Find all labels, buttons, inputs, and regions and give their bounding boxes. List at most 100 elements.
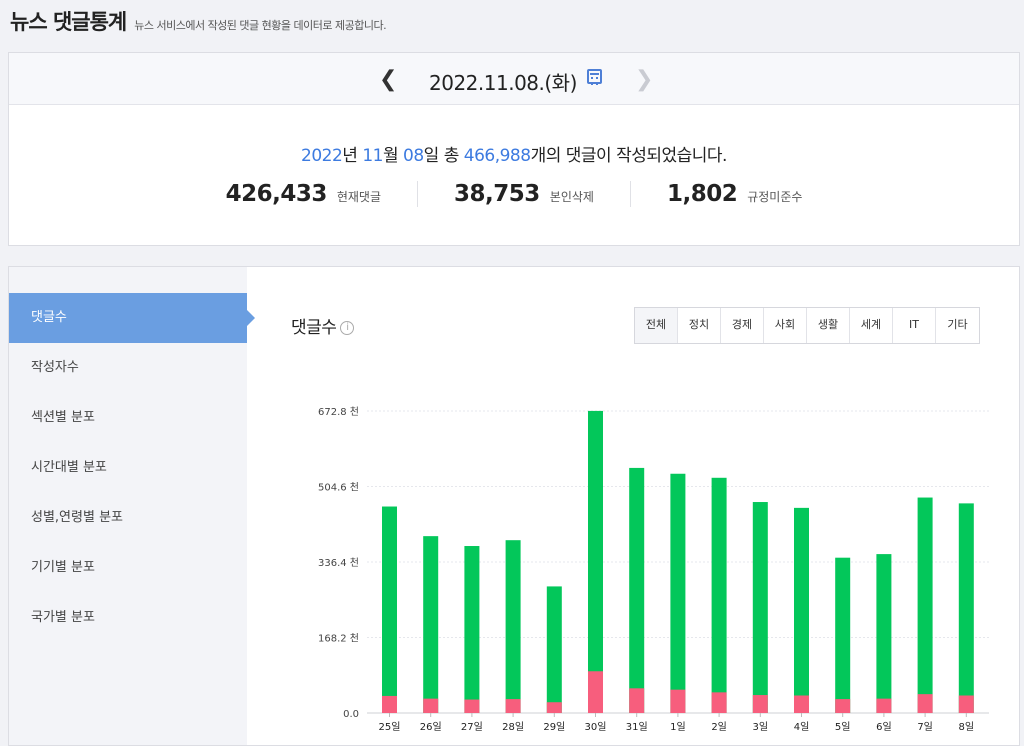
bar-segment-deleted [752, 695, 768, 713]
tab-politics[interactable]: 정치 [678, 308, 721, 343]
sidebar-item-country-distribution[interactable]: 국가별 분포 [9, 593, 247, 643]
summary-month-unit: 월 [382, 146, 399, 166]
summary-suffix: 개의 댓글이 작성되었습니다. [530, 146, 728, 166]
calendar-icon[interactable] [587, 69, 602, 85]
bar-segment-deleted [876, 698, 892, 713]
info-icon[interactable]: i [340, 321, 355, 335]
y-tick-label: 672.8 천 [318, 406, 359, 418]
bar-segment-total [670, 473, 686, 713]
bar-segment-deleted [711, 692, 727, 713]
stat-value: 1,802 [666, 181, 738, 207]
tab-society[interactable]: 사회 [764, 308, 807, 343]
bar-segment-deleted [629, 688, 645, 713]
x-tick-label: 4일 [794, 721, 810, 733]
y-tick-label: 504.6 천 [318, 482, 359, 494]
summary-day-unit: 일 [423, 146, 440, 166]
bar-segment-deleted [958, 695, 974, 713]
x-tick-label: 5일 [835, 721, 851, 733]
summary-total: 466,988 [463, 146, 531, 166]
tab-life[interactable]: 생활 [807, 308, 850, 343]
summary-month: 11 [362, 146, 383, 166]
sidebar-item-gender-age-distribution[interactable]: 성별,연령별 분포 [9, 493, 247, 543]
bar-segment-total [588, 410, 603, 713]
bar-segment-deleted [794, 695, 809, 713]
bar-segment-total [794, 507, 809, 713]
bar-segment-total [876, 554, 892, 713]
x-tick-label: 8일 [959, 721, 975, 733]
page-subtitle: 뉴스 서비스에서 작성된 댓글 현황을 데이터로 제공합니다. [134, 19, 387, 32]
date-navigator: ❮ 2022.11.08.(화) ❯ [9, 53, 1019, 105]
current-date: 2022.11.08.(화) [429, 71, 577, 95]
bar-segment-deleted [835, 699, 851, 713]
bar-segment-total [629, 467, 645, 713]
stat-label: 본인삭제 [549, 190, 594, 204]
statistics-panel: 댓글수 작성자수 섹션별 분포 시간대별 분포 성별,연령별 분포 기기별 분포… [8, 266, 1020, 746]
summary-day: 08 [403, 146, 424, 166]
bar-segment-total [917, 497, 933, 713]
x-tick-label: 28일 [502, 721, 524, 733]
sidebar-item-writer-count[interactable]: 작성자수 [9, 343, 247, 393]
stats-row: 426,433 현재댓글 38,753 본인삭제 1,802 규정미준수 [9, 181, 1019, 207]
bar-segment-deleted [423, 698, 439, 713]
x-tick-label: 2일 [711, 721, 727, 733]
chart-title: 댓글수 i [291, 313, 355, 338]
tab-all[interactable]: 전체 [635, 308, 678, 343]
section-tabs: 전체 정치 경제 사회 생활 세계 IT 기타 [634, 307, 980, 344]
chart-title-text: 댓글수 [291, 318, 337, 338]
sidebar-item-device-distribution[interactable]: 기기별 분포 [9, 543, 247, 593]
bar-segment-total [835, 557, 851, 713]
bar-segment-deleted [382, 695, 397, 713]
sidebar-item-comment-count[interactable]: 댓글수 [9, 293, 255, 343]
stat-value: 38,753 [454, 181, 540, 207]
bar-segment-total [958, 503, 974, 713]
chevron-right-icon: ❯ [635, 67, 654, 92]
x-tick-label: 7일 [917, 721, 933, 733]
bar-segment-total [546, 586, 562, 713]
bar-segment-deleted [546, 702, 562, 713]
x-tick-label: 31일 [626, 721, 648, 733]
comment-count-chart: 0.0 168.2 천 336.4 천 504.6 천 672.8 천 25일 26일 27일… [318, 406, 989, 733]
page-title: 뉴스 댓글통계 [10, 10, 127, 34]
y-tick-label: 336.4 천 [318, 557, 359, 569]
stat-label: 규정미준수 [747, 190, 803, 204]
stat-value: 426,433 [225, 181, 328, 207]
x-tick-label: 27일 [461, 721, 483, 733]
summary-sentence: 2022년 11월 08일 총 466,988개의 댓글이 작성되었습니다. [9, 141, 1019, 166]
tab-economy[interactable]: 경제 [721, 308, 764, 343]
x-tick-label: 1일 [670, 721, 686, 733]
tab-etc[interactable]: 기타 [936, 308, 979, 343]
summary-prefix: 총 [443, 146, 460, 166]
stat-policy-violation: 1,802 규정미준수 [631, 181, 838, 207]
bar-segment-deleted [670, 689, 686, 713]
sidebar-item-time-distribution[interactable]: 시간대별 분포 [9, 443, 247, 493]
page-header: 뉴스 댓글통계 뉴스 서비스에서 작성된 댓글 현황을 데이터로 제공합니다. [10, 6, 387, 38]
sidebar: 댓글수 작성자수 섹션별 분포 시간대별 분포 성별,연령별 분포 기기별 분포… [9, 267, 255, 745]
sidebar-item-section-distribution[interactable]: 섹션별 분포 [9, 393, 247, 443]
bar-segment-total [711, 477, 727, 713]
tab-world[interactable]: 세계 [850, 308, 893, 343]
x-tick-label: 26일 [420, 721, 442, 733]
x-tick-label: 6일 [876, 721, 892, 733]
bar-segment-total [423, 536, 439, 713]
chevron-left-icon[interactable]: ❮ [379, 67, 397, 92]
sidebar-menu: 댓글수 작성자수 섹션별 분포 시간대별 분포 성별,연령별 분포 기기별 분포… [9, 293, 255, 643]
y-tick-label: 168.2 천 [318, 633, 359, 645]
stat-label: 현재댓글 [336, 190, 382, 204]
bar-segment-deleted [464, 699, 480, 713]
bar-segment-deleted [917, 694, 933, 713]
x-tick-label: 3일 [753, 721, 769, 733]
bar-segment-total [752, 502, 768, 713]
x-tick-label: 25일 [379, 721, 401, 733]
bar-segment-deleted [505, 699, 521, 713]
bar-segment-total [382, 506, 397, 713]
daily-summary-card: ❮ 2022.11.08.(화) ❯ 2022년 11월 08일 총 466,9… [8, 52, 1020, 246]
x-tick-label: 29일 [543, 721, 565, 733]
bar-segment-total [505, 540, 521, 713]
bar-segment-deleted [588, 671, 603, 713]
y-tick-label: 0.0 [343, 709, 359, 720]
tab-it[interactable]: IT [893, 308, 936, 343]
summary-year-unit: 년 [342, 146, 358, 166]
stat-self-deleted: 38,753 본인삭제 [418, 181, 631, 207]
summary-year: 2022 [301, 146, 343, 166]
x-tick-label: 30일 [585, 721, 607, 733]
